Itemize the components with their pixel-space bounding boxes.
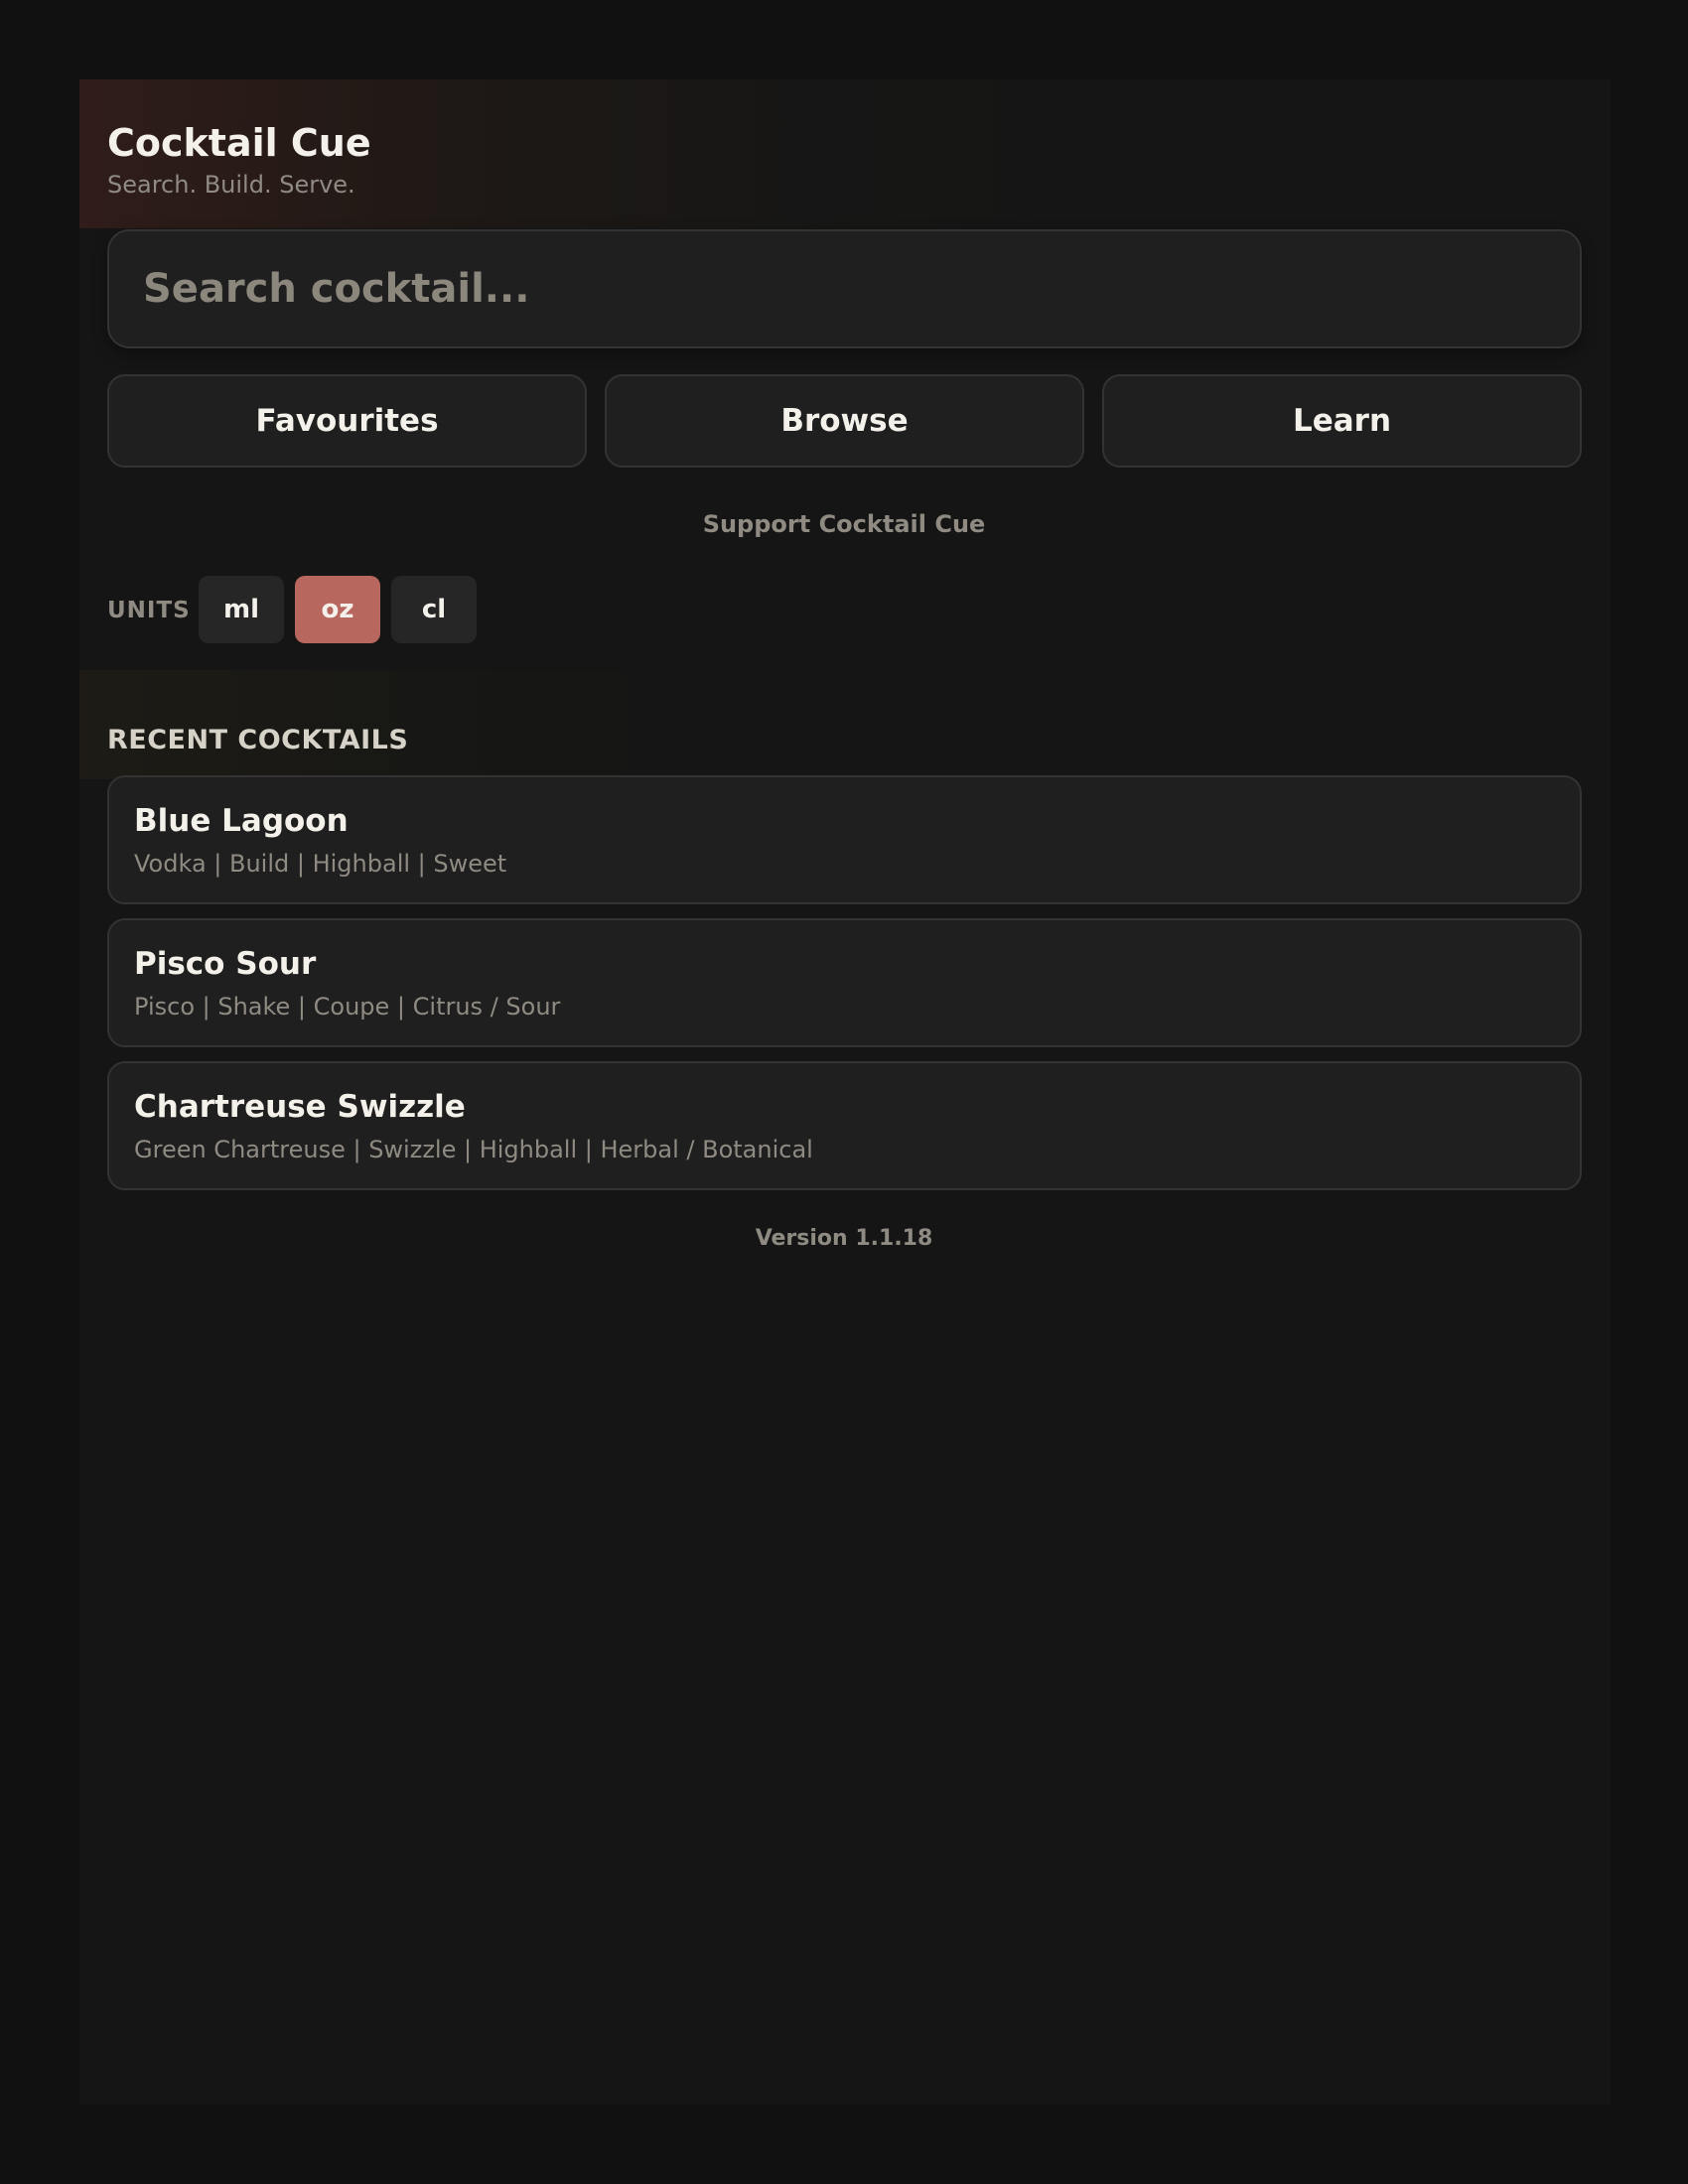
support-link[interactable]: Support Cocktail Cue <box>0 506 1688 542</box>
version-label: Version 1.1.18 <box>755 1226 933 1251</box>
search-box[interactable] <box>107 229 1582 348</box>
favourites-button[interactable]: Favourites <box>107 374 587 468</box>
cocktail-name: Blue Lagoon <box>134 803 349 839</box>
units-label: UNITS <box>107 598 191 623</box>
app-title: Cocktail Cue <box>107 121 371 165</box>
search-input[interactable] <box>141 231 1531 346</box>
cocktail-name: Chartreuse Swizzle <box>134 1089 466 1125</box>
cocktail-name: Pisco Sour <box>134 946 317 982</box>
cocktail-meta: Vodka | Build | Highball | Sweet <box>134 850 507 878</box>
recent-cocktail-card[interactable]: Chartreuse Swizzle Green Chartreuse | Sw… <box>107 1061 1582 1190</box>
cocktail-meta: Green Chartreuse | Swizzle | Highball | … <box>134 1136 813 1163</box>
recent-cocktail-card[interactable]: Pisco Sour Pisco | Shake | Coupe | Citru… <box>107 918 1582 1047</box>
recent-cocktail-card[interactable]: Blue Lagoon Vodka | Build | Highball | S… <box>107 775 1582 904</box>
app-subtitle: Search. Build. Serve. <box>107 171 355 199</box>
cocktail-meta: Pisco | Shake | Coupe | Citrus / Sour <box>134 993 561 1021</box>
recent-cocktails-heading: RECENT COCKTAILS <box>107 725 409 755</box>
unit-button-ml[interactable]: ml <box>199 576 284 643</box>
unit-button-cl[interactable]: cl <box>391 576 477 643</box>
browse-button[interactable]: Browse <box>605 374 1084 468</box>
unit-button-oz[interactable]: oz <box>295 576 380 643</box>
learn-button[interactable]: Learn <box>1102 374 1582 468</box>
